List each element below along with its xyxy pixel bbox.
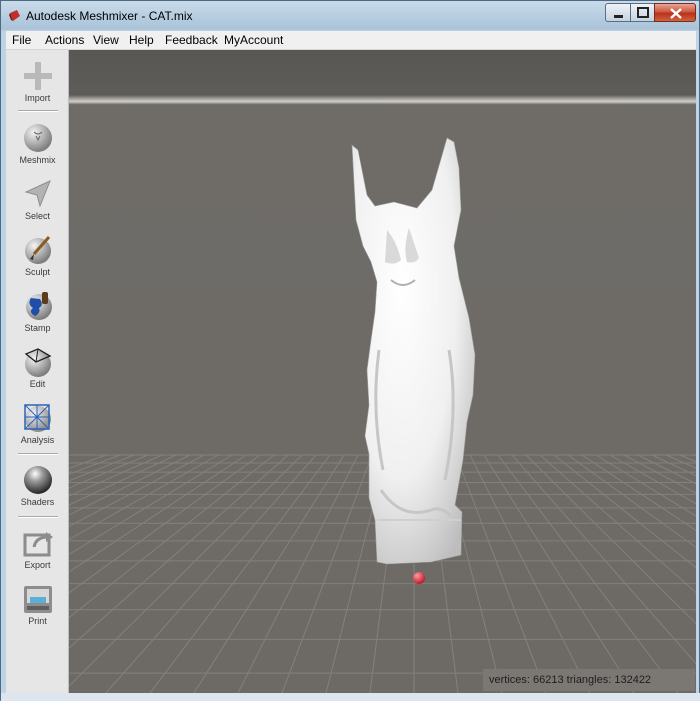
plus-icon bbox=[24, 62, 52, 90]
stamp-icon bbox=[26, 292, 52, 320]
meshmixer-logo-icon bbox=[9, 10, 20, 21]
menu-feedback[interactable]: Feedback bbox=[165, 33, 218, 47]
tool-export[interactable]: Export bbox=[6, 523, 69, 577]
maximize-icon bbox=[637, 7, 649, 18]
export-icon bbox=[23, 532, 53, 557]
pivot-ball[interactable] bbox=[413, 572, 425, 584]
menu-file[interactable]: File bbox=[12, 33, 31, 47]
tool-stamp[interactable]: Stamp bbox=[6, 286, 69, 340]
menu-help[interactable]: Help bbox=[129, 33, 154, 47]
mesh-stats: vertices: 66213 triangles: 132422 bbox=[483, 669, 695, 691]
client-area: Import Meshmix Select Sculpt Stamp Edit … bbox=[6, 50, 696, 693]
minimize-button[interactable] bbox=[605, 3, 631, 22]
close-button[interactable] bbox=[654, 3, 696, 22]
app-window: Autodesk Meshmixer - CAT.mix File Action… bbox=[0, 0, 700, 701]
menu-myaccount[interactable]: MyAccount bbox=[224, 33, 283, 47]
toolbar-divider bbox=[18, 453, 58, 455]
analysis-grid-icon bbox=[24, 404, 51, 432]
menu-view[interactable]: View bbox=[93, 33, 119, 47]
sculpt-brush-icon bbox=[25, 236, 51, 264]
shader-ball-icon bbox=[24, 466, 52, 494]
tool-select[interactable]: Select bbox=[6, 174, 69, 228]
menu-actions[interactable]: Actions bbox=[45, 33, 84, 47]
tool-import[interactable]: Import bbox=[6, 56, 69, 110]
tool-sidebar: Import Meshmix Select Sculpt Stamp Edit … bbox=[6, 50, 69, 693]
scene-canvas bbox=[69, 50, 696, 693]
tool-meshmix[interactable]: Meshmix bbox=[6, 118, 69, 172]
minimize-icon bbox=[614, 15, 623, 18]
toolbar-divider bbox=[18, 516, 58, 518]
menu-bar: File Actions View Help Feedback MyAccoun… bbox=[6, 31, 696, 50]
printer-icon bbox=[24, 586, 52, 613]
3d-viewport[interactable]: vertices: 66213 triangles: 132422 bbox=[69, 50, 696, 693]
edit-sphere-icon bbox=[24, 348, 52, 377]
maximize-button[interactable] bbox=[630, 3, 655, 22]
tool-analysis[interactable]: Analysis bbox=[6, 398, 69, 452]
tool-sculpt[interactable]: Sculpt bbox=[6, 230, 69, 284]
title-bar[interactable]: Autodesk Meshmixer - CAT.mix bbox=[1, 1, 699, 31]
window-title: Autodesk Meshmixer - CAT.mix bbox=[26, 9, 193, 23]
tool-edit[interactable]: Edit bbox=[6, 342, 69, 396]
close-icon bbox=[670, 8, 682, 19]
toolbar-divider bbox=[18, 110, 58, 112]
meshmix-sphere-icon bbox=[24, 124, 52, 152]
select-arrow-icon bbox=[24, 180, 51, 208]
tool-shaders[interactable]: Shaders bbox=[6, 460, 69, 514]
tool-print[interactable]: Print bbox=[6, 579, 69, 633]
